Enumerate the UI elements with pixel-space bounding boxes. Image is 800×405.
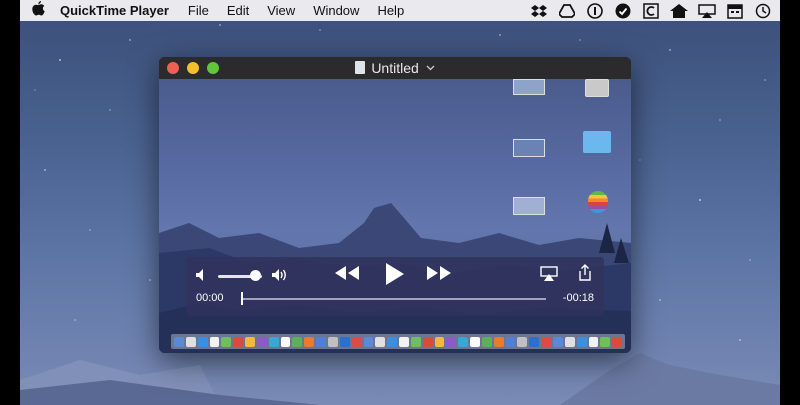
dock-app-icon[interactable] bbox=[351, 336, 362, 347]
quicktime-window: Untitled 00:00 -00:18 bbox=[159, 57, 631, 353]
desktop: QuickTime Player File Edit View Window H… bbox=[20, 0, 780, 405]
desktop-item-screenshot[interactable] bbox=[504, 139, 554, 157]
dropbox-icon[interactable] bbox=[530, 3, 548, 19]
check-circle-icon[interactable] bbox=[614, 3, 632, 19]
home-icon[interactable] bbox=[670, 3, 688, 19]
rewind-button[interactable] bbox=[334, 264, 360, 282]
recording-file-thumbnail bbox=[513, 197, 545, 215]
remaining-time: -00:18 bbox=[562, 292, 594, 304]
dock-app-icon[interactable] bbox=[470, 336, 480, 347]
volume-slider-knob[interactable] bbox=[249, 270, 261, 281]
dock-app-icon[interactable] bbox=[209, 336, 220, 347]
scrubber-playhead[interactable] bbox=[241, 292, 243, 305]
dock-app-icon[interactable] bbox=[564, 336, 575, 347]
dock-app-icon[interactable] bbox=[292, 336, 303, 347]
current-time: 00:00 bbox=[196, 292, 224, 304]
window-title[interactable]: Untitled bbox=[159, 60, 631, 76]
dock-app-icon[interactable] bbox=[327, 336, 338, 347]
menu-help[interactable]: Help bbox=[368, 3, 413, 18]
menu-bar: QuickTime Player File Edit View Window H… bbox=[20, 0, 780, 21]
menu-window[interactable]: Window bbox=[304, 3, 368, 18]
dock-app-icon[interactable] bbox=[233, 336, 244, 347]
menu-file[interactable]: File bbox=[179, 3, 218, 18]
dock-app-icon[interactable] bbox=[541, 336, 551, 347]
dock-app-icon[interactable] bbox=[600, 336, 611, 347]
dock-app-icon[interactable] bbox=[576, 336, 587, 347]
volume-low-icon[interactable] bbox=[195, 268, 209, 282]
scrubber-track[interactable] bbox=[242, 298, 546, 300]
dock-app-icon[interactable] bbox=[363, 336, 374, 347]
dock-app-icon[interactable] bbox=[197, 336, 208, 347]
video-frame[interactable]: 00:00 -00:18 bbox=[159, 79, 631, 353]
dock-app-icon[interactable] bbox=[612, 336, 623, 347]
menu-app-name[interactable]: QuickTime Player bbox=[56, 3, 179, 18]
dock-app-icon[interactable] bbox=[446, 336, 457, 347]
desktop-item-hard-drive[interactable] bbox=[577, 79, 617, 97]
dock-app-icon[interactable] bbox=[410, 336, 421, 347]
dock-app-icon[interactable] bbox=[399, 336, 409, 347]
dock-app-icon[interactable] bbox=[174, 336, 184, 347]
dock-app-icon[interactable] bbox=[375, 336, 386, 347]
window-title-text: Untitled bbox=[371, 60, 419, 76]
document-icon bbox=[355, 61, 366, 74]
drive-icon[interactable] bbox=[558, 3, 576, 19]
dock-app-icon[interactable] bbox=[245, 336, 255, 347]
dock-app-icon[interactable] bbox=[434, 336, 445, 347]
dock-app-icon[interactable] bbox=[422, 336, 433, 347]
dock-app-icon[interactable] bbox=[256, 336, 267, 347]
apple-menu-icon[interactable] bbox=[20, 1, 56, 20]
status-area bbox=[530, 0, 772, 21]
menu-edit[interactable]: Edit bbox=[218, 3, 258, 18]
time-machine-icon[interactable] bbox=[754, 3, 772, 19]
dock-app-icon[interactable] bbox=[221, 336, 232, 347]
dock-app-icon[interactable] bbox=[316, 336, 326, 347]
dock-app-icon[interactable] bbox=[185, 336, 196, 347]
chevron-down-icon bbox=[426, 65, 435, 71]
dock-app-icon[interactable] bbox=[304, 336, 315, 347]
dock-app-icon[interactable] bbox=[387, 336, 398, 347]
playback-controls: 00:00 -00:18 bbox=[186, 257, 604, 316]
video-dock bbox=[171, 334, 625, 349]
dock-app-icon[interactable] bbox=[505, 336, 516, 347]
dock-app-icon[interactable] bbox=[553, 336, 563, 347]
desktop-item-folder[interactable] bbox=[579, 131, 615, 153]
dock-app-icon[interactable] bbox=[588, 336, 599, 347]
dock-app-icon[interactable] bbox=[280, 336, 291, 347]
folder-icon bbox=[583, 131, 611, 153]
desktop-item-apple-logo[interactable] bbox=[583, 191, 613, 213]
share-button[interactable] bbox=[578, 264, 592, 282]
screenshot-thumbnail bbox=[513, 139, 545, 157]
airplay-button[interactable] bbox=[540, 266, 558, 281]
info-circle-icon[interactable] bbox=[586, 2, 604, 19]
dock-app-icon[interactable] bbox=[268, 336, 279, 347]
rainbow-apple-icon bbox=[588, 191, 608, 213]
recording-thumbnail bbox=[513, 79, 545, 95]
volume-high-icon[interactable] bbox=[271, 268, 289, 282]
menu-view[interactable]: View bbox=[258, 3, 304, 18]
dock-app-icon[interactable] bbox=[493, 336, 504, 347]
airplay-icon[interactable] bbox=[698, 3, 716, 19]
dock-app-icon[interactable] bbox=[339, 336, 350, 347]
dock-app-icon[interactable] bbox=[481, 336, 492, 347]
dock-app-icon[interactable] bbox=[529, 336, 540, 347]
c-box-icon[interactable] bbox=[642, 2, 660, 19]
title-bar[interactable]: Untitled bbox=[159, 57, 631, 79]
fast-forward-button[interactable] bbox=[426, 264, 452, 282]
dock-app-icon[interactable] bbox=[517, 336, 528, 347]
hard-drive-icon bbox=[585, 79, 609, 97]
play-button[interactable] bbox=[382, 262, 406, 286]
calendar-icon[interactable] bbox=[726, 3, 744, 19]
desktop-item-recording[interactable] bbox=[504, 197, 554, 215]
dock-app-icon[interactable] bbox=[458, 336, 469, 347]
desktop-item-recording-thumb[interactable] bbox=[499, 79, 559, 95]
